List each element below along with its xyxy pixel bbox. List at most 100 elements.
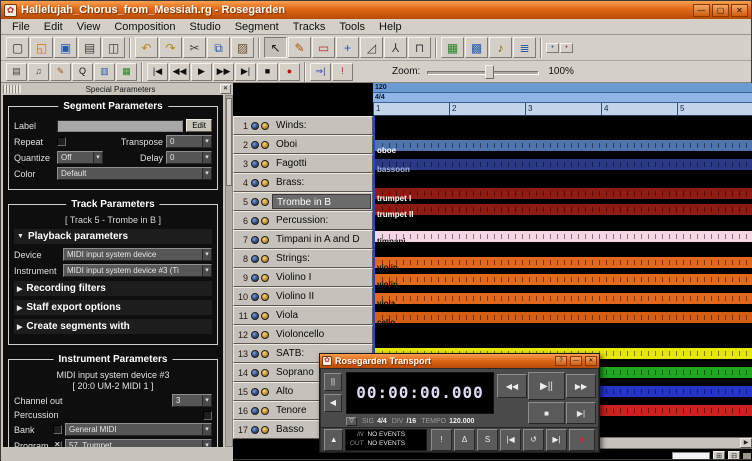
segment[interactable]: timpani [373,230,752,243]
segment[interactable]: violin [373,273,752,286]
mute-led-icon[interactable] [251,293,259,301]
percussion-checkbox[interactable] [203,411,212,420]
record-led-icon[interactable] [261,426,269,434]
track-name[interactable]: Brass: [272,175,371,190]
record-button[interactable]: ● [569,429,595,451]
erase-tool-button[interactable]: ▭ [312,37,335,58]
rewind-to-beginning-button[interactable]: |◀ [147,63,168,81]
track-editor-button[interactable]: ▤ [6,63,27,81]
solo-button[interactable]: S [477,429,498,451]
record-led-icon[interactable] [261,160,269,168]
track-name[interactable]: Trombe in B [272,194,371,209]
segment-parameters-toggle-button[interactable]: ♫ [28,63,49,81]
play-button[interactable]: ▶|| [528,372,565,400]
mute-led-icon[interactable] [251,312,259,320]
track-name[interactable]: Fagotti [272,156,371,171]
stop-button[interactable]: ■ [528,402,565,424]
dock-close-icon[interactable]: ✕ [220,84,231,94]
maximize-button[interactable]: ▢ [712,4,729,17]
mute-led-icon[interactable] [251,274,259,282]
track-row[interactable]: 4Brass: [233,173,373,192]
mute-led-icon[interactable] [251,407,259,415]
zoom-slider-handle[interactable] [485,65,494,79]
record-led-icon[interactable] [261,179,269,187]
create-segments-header[interactable]: ▶ Create segments with [14,319,212,334]
panic-button[interactable]: ! [431,429,452,451]
track-row[interactable]: 3Fagotti [233,154,373,173]
move-tool-button[interactable]: + [336,37,359,58]
track-row[interactable]: 5Trombe in B [233,192,373,211]
track-name[interactable]: Violino I [272,270,371,285]
mute-led-icon[interactable] [251,198,259,206]
mute-led-icon[interactable] [251,217,259,225]
segment[interactable]: trumpet II [373,203,752,216]
track-name[interactable]: Timpani in A and D [272,232,371,247]
transport-titlebar[interactable]: ✿ Rosegarden Transport ? — ✕ [320,354,599,368]
segment[interactable]: oboe [373,139,752,152]
track-name[interactable]: Viola [272,308,371,323]
menu-segment[interactable]: Segment [228,20,286,34]
track-row[interactable]: 9Violino I [233,268,373,287]
color-select[interactable]: Default ▾ [57,167,212,180]
record-led-icon[interactable] [261,274,269,282]
menu-edit[interactable]: Edit [37,20,70,34]
track-row[interactable]: 6Percussion: [233,211,373,230]
note-edit-button[interactable]: ✎ [50,63,71,81]
transport-help-button[interactable]: ? [555,356,567,366]
transpose-select[interactable]: 0 ▾ [166,135,212,148]
dock-scrollbar-thumb[interactable] [226,98,232,186]
extra-toggle-1-button[interactable]: • [546,43,559,53]
mute-led-icon[interactable] [251,388,259,396]
repeat-checkbox[interactable] [57,137,66,146]
staff-export-header[interactable]: ▶ Staff export options [14,300,212,315]
record-led-icon[interactable] [261,141,269,149]
program-checkbox[interactable] [53,441,62,447]
fast-forward-button[interactable]: ▶▶ [213,63,234,81]
rewind-button[interactable]: ◀◀ [497,374,527,398]
percussion-matrix-editor-button[interactable]: ▩ [465,37,488,58]
mute-led-icon[interactable] [251,350,259,358]
fast-forward-button[interactable]: ▶▶ [566,374,596,398]
record-led-icon[interactable] [261,369,269,377]
record-led-icon[interactable] [261,407,269,415]
join-tool-button[interactable]: ⊓ [408,37,431,58]
to-end-button[interactable]: ▶| [566,402,596,424]
menu-studio[interactable]: Studio [183,20,228,34]
bank-select[interactable]: General MIDI ▾ [65,423,212,436]
minimize-button[interactable]: — [693,4,710,17]
record-led-icon[interactable] [261,217,269,225]
track-row[interactable]: 12Violoncello [233,325,373,344]
pause-button[interactable]: || [324,373,342,391]
menu-file[interactable]: File [5,20,37,34]
quantize-button[interactable]: Q [72,63,93,81]
menu-tracks[interactable]: Tracks [286,20,333,34]
skip-to-start-button[interactable]: |◀ [500,429,521,451]
fast-forward-to-end-button[interactable]: ▶| [235,63,256,81]
zoom-out-button[interactable]: ⊟ [728,451,740,459]
print-preview-button[interactable]: ◫ [102,37,125,58]
mute-led-icon[interactable] [251,236,259,244]
track-row[interactable]: 10Violino II [233,287,373,306]
track-row[interactable]: 7Timpani in A and D [233,230,373,249]
metronome-button[interactable]: Δ [454,429,475,451]
close-button[interactable]: ✕ [731,4,748,17]
segment[interactable]: cello [373,311,752,324]
segment[interactable]: trumpet I [373,187,752,200]
menu-composition[interactable]: Composition [107,20,182,34]
mute-led-icon[interactable] [251,122,259,130]
delay-select[interactable]: 0 ▾ [166,151,212,164]
record-led-icon[interactable] [261,312,269,320]
track-row[interactable]: 8Strings: [233,249,373,268]
mute-led-icon[interactable] [251,426,259,434]
panic-button[interactable]: ! [332,63,353,81]
rewind-button[interactable]: ◀◀ [169,63,190,81]
window-titlebar[interactable]: ✿ Hallelujah_Chorus_from_Messiah.rg - Ro… [1,1,751,19]
transport-minimize-button[interactable]: — [570,356,582,366]
transport-info-toggle-button[interactable]: ▽ [346,417,357,426]
mute-led-icon[interactable] [251,331,259,339]
track-row[interactable]: 2Oboi [233,135,373,154]
stop-button[interactable]: ■ [257,63,278,81]
play-button[interactable]: ▶ [191,63,212,81]
notation-editor-button[interactable]: ♪ [489,37,512,58]
mute-led-icon[interactable] [251,160,259,168]
